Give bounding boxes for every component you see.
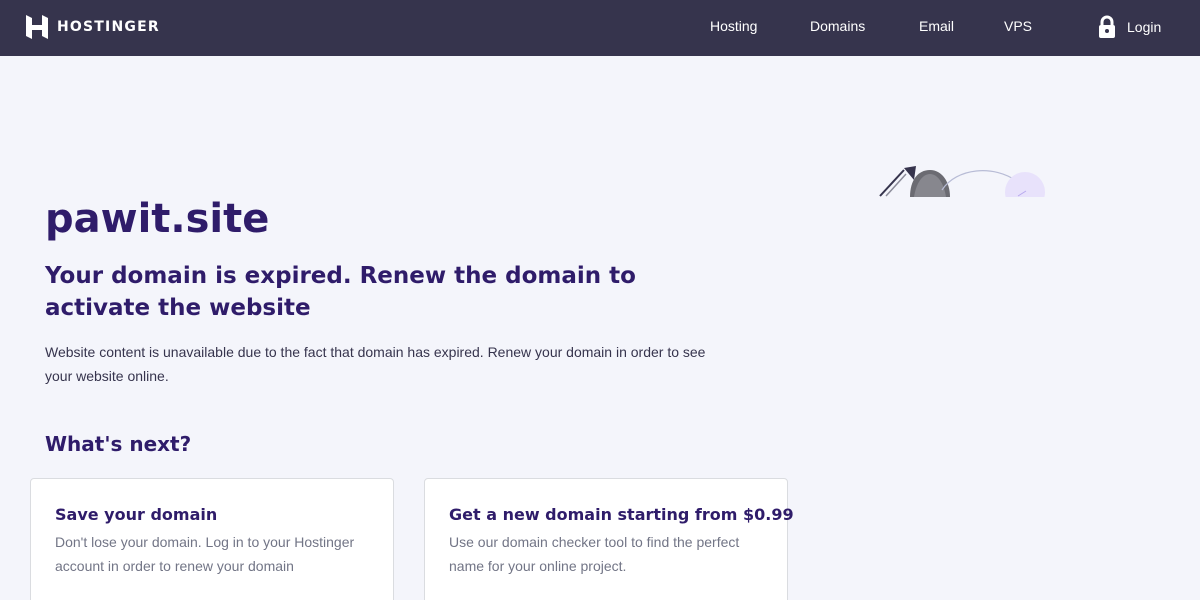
top-navbar: HOSTINGER Hosting Domains Email VPS Logi…: [0, 0, 1200, 56]
expired-description: Website content is unavailable due to th…: [45, 344, 706, 384]
logo-text: HOSTINGER: [57, 19, 160, 35]
expired-headline: Your domain is expired. Renew the domain…: [45, 263, 636, 321]
lock-icon: [1099, 15, 1115, 38]
nav-item-hosting[interactable]: Hosting: [710, 18, 757, 34]
nav-item-email[interactable]: Email: [919, 18, 954, 34]
hero-illustration: [879, 166, 1045, 197]
whats-next-heading: What's next?: [45, 432, 192, 456]
new-domain-card[interactable]: Get a new domain starting from $0.99 Use…: [424, 478, 794, 600]
card-text: Use our domain checker tool to find the …: [449, 534, 740, 574]
nav-item-domains[interactable]: Domains: [810, 18, 865, 34]
nav-item-vps[interactable]: VPS: [1004, 18, 1032, 34]
save-domain-card[interactable]: Save your domain Don't lose your domain.…: [30, 478, 394, 600]
card-text: Don't lose your domain. Log in to your H…: [55, 534, 355, 574]
card-title: Get a new domain starting from $0.99: [449, 505, 794, 524]
card-title: Save your domain: [55, 505, 218, 524]
hostinger-logo-icon: [26, 15, 48, 39]
login-link[interactable]: Login: [1098, 15, 1161, 39]
login-label: Login: [1127, 19, 1162, 35]
hostinger-logo[interactable]: HOSTINGER: [26, 15, 160, 39]
domain-name: pawit.site: [45, 196, 270, 242]
